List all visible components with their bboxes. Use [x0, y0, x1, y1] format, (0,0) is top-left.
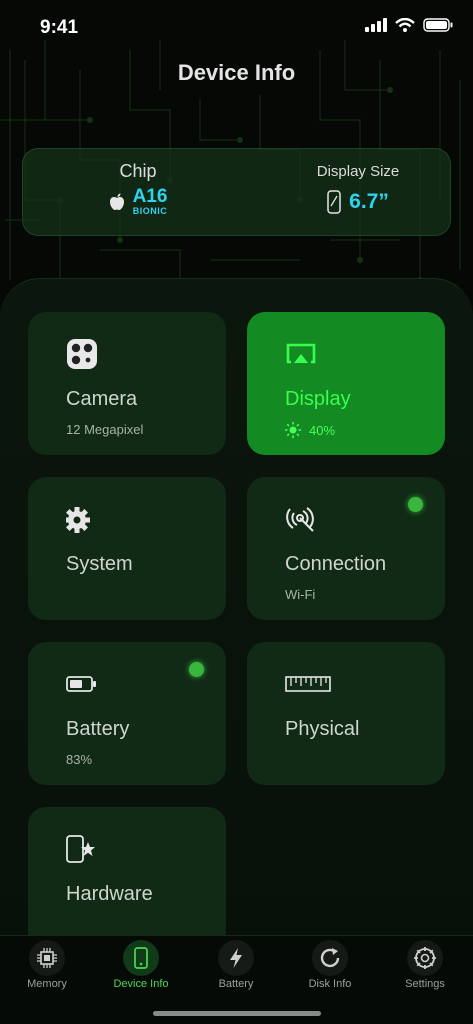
- sun-icon: [285, 422, 301, 438]
- display-size-label: Display Size: [316, 163, 400, 180]
- categories-panel: Camera 12 Megapixel Display 40% System C…: [0, 278, 473, 978]
- phone-star-icon: [66, 835, 95, 863]
- status-time: 9:41: [40, 17, 79, 38]
- tile-subtitle: Wi-Fi: [285, 587, 316, 602]
- tab-label: Battery: [218, 978, 254, 990]
- home-indicator: [153, 1011, 321, 1016]
- disk-icon: [320, 948, 340, 968]
- chip-info: Chip A16 BIONIC: [83, 161, 193, 216]
- gear-icon: [66, 507, 90, 533]
- tile-battery[interactable]: Battery 83%: [28, 642, 226, 785]
- display-size-value: 6.7”: [349, 190, 389, 213]
- battery-status-dot: [189, 662, 204, 677]
- tile-title: Camera: [66, 388, 138, 410]
- phone-icon: [134, 947, 148, 969]
- display-size-info: Display Size 6.7”: [283, 161, 433, 214]
- tab-battery[interactable]: Battery: [189, 940, 283, 990]
- tab-label: Device Info: [113, 978, 169, 990]
- status-bar: 9:41: [0, 0, 473, 52]
- signal-icon: [286, 507, 314, 532]
- tab-disk-info[interactable]: Disk Info: [283, 940, 377, 990]
- tile-subtitle: 83%: [66, 752, 93, 767]
- tile-system[interactable]: System: [28, 477, 226, 620]
- tile-physical[interactable]: Physical: [247, 642, 445, 785]
- tile-title: System: [66, 553, 133, 575]
- battery-status-icon: [423, 18, 453, 32]
- tab-settings[interactable]: Settings: [378, 940, 472, 990]
- bolt-icon: [230, 948, 242, 968]
- settings-icon: [414, 947, 436, 969]
- tile-camera[interactable]: Camera 12 Megapixel: [28, 312, 226, 455]
- tile-connection[interactable]: Connection Wi-Fi: [247, 477, 445, 620]
- apple-logo-icon: [109, 193, 124, 210]
- phone-outline-icon: [327, 190, 341, 214]
- tab-device-info[interactable]: Device Info: [94, 940, 188, 990]
- tab-label: Settings: [405, 978, 445, 990]
- tile-title: Battery: [66, 718, 130, 740]
- battery-icon: [66, 676, 96, 692]
- chip-icon: [37, 948, 57, 968]
- cellular-icon: [365, 18, 387, 32]
- tile-subtitle: 40%: [309, 422, 336, 438]
- chip-label: Chip: [119, 161, 157, 181]
- device-summary-card: Chip A16 BIONIC Display Size 6.7”: [22, 148, 451, 236]
- tile-title: Hardware: [66, 883, 153, 905]
- connection-status-dot: [408, 497, 423, 512]
- status-icons: [365, 18, 453, 32]
- page-title: Device Info: [177, 60, 296, 85]
- tab-label: Memory: [27, 978, 67, 990]
- wifi-icon: [395, 18, 415, 32]
- tile-title: Display: [285, 388, 351, 410]
- tab-memory[interactable]: Memory: [0, 940, 94, 990]
- chip-name: A16: [132, 186, 168, 207]
- airplay-icon: [286, 343, 316, 364]
- tile-subtitle: 12 Megapixel: [66, 422, 144, 437]
- tile-hardware[interactable]: Hardware: [28, 807, 226, 950]
- tile-title: Connection: [285, 553, 387, 575]
- ruler-icon: [285, 676, 331, 692]
- tile-title: Physical: [285, 718, 360, 740]
- tab-label: Disk Info: [308, 978, 352, 990]
- tile-display[interactable]: Display 40%: [247, 312, 445, 455]
- camera-icon: [67, 339, 97, 369]
- brightness-readout: 40%: [285, 422, 335, 438]
- chip-subtitle: BIONIC: [132, 206, 168, 216]
